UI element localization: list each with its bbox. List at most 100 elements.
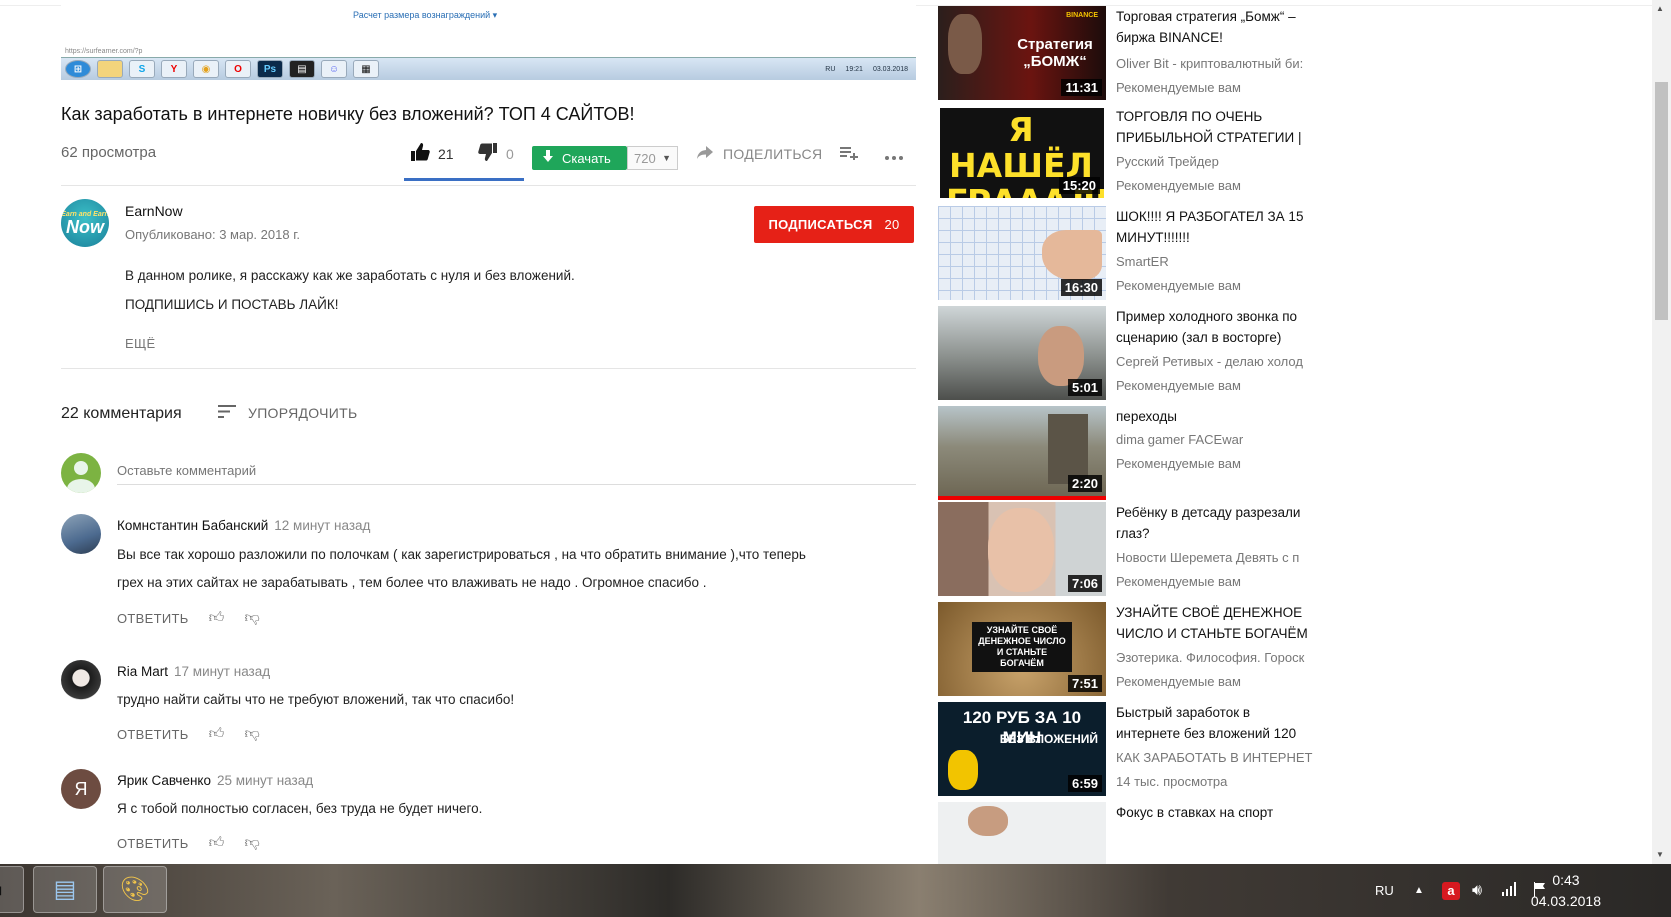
scrollbar-thumb[interactable] — [1655, 82, 1668, 320]
video-duration: 7:06 — [1067, 575, 1102, 592]
taskbar-app-button[interactable]: ▭ — [0, 866, 24, 913]
recommended-video[interactable]: 2:20 переходы dima gamer FACEwar Рекомен… — [938, 406, 1318, 502]
video-title[interactable]: ТОРГОВЛЯ ПО ОЧЕНЬ ПРИБЫЛЬНОЙ СТРАТЕГИИ | — [1116, 106, 1316, 148]
recommended-video[interactable]: 7:06 Ребёнку в детсаду разрезали глаз? Н… — [938, 502, 1318, 598]
comment-author[interactable]: Ria Mart — [117, 664, 168, 679]
video-title[interactable]: ШОК!!!! Я РАЗБОГАТЕЛ ЗА 15 МИНУТ!!!!!!! — [1116, 206, 1316, 248]
sort-button[interactable]: УПОРЯДОЧИТЬ — [218, 402, 357, 423]
commenter-avatar[interactable] — [61, 514, 101, 554]
page-scrollbar[interactable]: ▲ ▼ — [1652, 0, 1671, 864]
scroll-down-icon[interactable]: ▼ — [1656, 850, 1664, 859]
comment-time[interactable]: 12 минут назад — [274, 518, 370, 533]
subscribe-button[interactable]: ПОДПИСАТЬСЯ 20 — [754, 206, 914, 243]
video-channel[interactable]: Сергей Ретивых - делаю холод — [1116, 354, 1318, 369]
thumbs-up-icon[interactable]: 👍︎ — [209, 834, 225, 852]
comment-time[interactable]: 17 минут назад — [174, 664, 270, 679]
share-button[interactable]: ПОДЕЛИТЬСЯ — [697, 146, 822, 162]
comment-author[interactable]: Ярик Савченко — [117, 773, 211, 788]
video-thumbnail[interactable]: Я НАШЁЛ ГРАААЛЬ 15:20 — [938, 106, 1106, 200]
video-channel[interactable]: Oliver Bit - криптовалютный би: — [1116, 56, 1318, 71]
channel-name[interactable]: EarnNow — [125, 203, 183, 219]
antivirus-tray-icon[interactable]: a — [1442, 864, 1460, 917]
video-thumbnail[interactable]: 7:06 — [938, 502, 1106, 596]
video-channel[interactable]: SmartER — [1116, 254, 1318, 269]
subscriber-count: 20 — [884, 217, 900, 232]
mini-lang: RU — [825, 65, 836, 73]
video-title[interactable]: переходы — [1116, 406, 1316, 427]
show-more-button[interactable]: ЕЩЁ — [125, 336, 155, 351]
recommended-video[interactable]: 5:01 Пример холодного звонка по сценарию… — [938, 306, 1318, 402]
thumbs-down-icon[interactable]: 👎︎ — [245, 725, 261, 743]
discord-icon: ☺ — [321, 60, 347, 78]
video-thumbnail[interactable]: 120 РУБ ЗА 10 МИН БЕЗ ВЛОЖЕНИЙ 6:59 — [938, 702, 1106, 796]
thumbs-up-icon[interactable]: 👍︎ — [209, 725, 225, 743]
video-channel[interactable]: КАК ЗАРАБОТАТЬ В ИНТЕРНЕТ — [1116, 750, 1318, 765]
skype-icon: S — [129, 60, 155, 78]
show-hidden-icons[interactable]: ▲ — [1414, 864, 1424, 917]
language-indicator[interactable]: RU — [1375, 864, 1394, 917]
notepad-icon: ▤ — [53, 876, 77, 903]
channel-avatar[interactable]: Earn and Earn Now — [61, 199, 109, 247]
comment-count: 22 комментария — [61, 405, 182, 422]
thumbs-down-icon[interactable]: 👎︎ — [245, 834, 261, 852]
thumbs-down-icon[interactable]: 👎︎ — [245, 609, 261, 627]
video-title[interactable]: Фокус в ставках на спорт — [1116, 802, 1316, 823]
video-title[interactable]: Торговая стратегия „Бомж“ – биржа BINANC… — [1116, 6, 1316, 48]
video-meta: Рекомендуемые вам — [1116, 674, 1241, 689]
recommended-video[interactable]: УЗНАЙТЕ СВОЁ ДЕНЕЖНОЕ ЧИСЛО И СТАНЬТЕ БО… — [938, 602, 1318, 698]
video-thumbnail[interactable]: 2:20 — [938, 406, 1106, 500]
recommended-video[interactable]: BINANCE Стратегия „БОМЖ“ 11:31 Торговая … — [938, 6, 1318, 102]
like-button[interactable]: 21 — [410, 143, 454, 165]
download-button[interactable]: Скачать — [532, 146, 627, 170]
commenter-avatar[interactable] — [61, 660, 101, 700]
recommended-video[interactable]: 120 РУБ ЗА 10 МИН БЕЗ ВЛОЖЕНИЙ 6:59 Быст… — [938, 702, 1318, 798]
system-clock[interactable]: 0:43 04.03.2018 — [1531, 870, 1601, 912]
video-duration: 2:20 — [1067, 475, 1102, 492]
recommended-video[interactable]: Я НАШЁЛ ГРАААЛЬ 15:20 ТОРГОВЛЯ ПО ОЧЕНЬ … — [938, 106, 1318, 202]
taskbar-app-button[interactable]: 🎨︎ — [103, 866, 167, 913]
video-title[interactable]: Быстрый заработок в интернете без вложен… — [1116, 702, 1316, 744]
video-channel[interactable]: dima gamer FACEwar — [1116, 432, 1318, 447]
avatar-big-text: Now — [66, 216, 104, 237]
video-channel[interactable]: Эзотерика. Философия. Гороск — [1116, 650, 1318, 665]
more-actions-button[interactable] — [884, 144, 904, 167]
video-title: Как заработать в интернете новичку без в… — [61, 104, 635, 124]
recommended-video[interactable]: Фокус в ставках на спорт — [938, 802, 1318, 864]
share-label: ПОДЕЛИТЬСЯ — [723, 146, 823, 162]
video-duration: 6:59 — [1067, 775, 1102, 792]
video-channel[interactable]: Новости Шеремета Девять с п — [1116, 550, 1318, 565]
comment-time[interactable]: 25 минут назад — [217, 773, 313, 788]
scroll-up-icon[interactable]: ▲ — [1656, 4, 1664, 13]
notepad-icon: ▦ — [353, 60, 379, 78]
thumbs-up-icon[interactable]: 👍︎ — [209, 609, 225, 627]
reply-button[interactable]: ОТВЕТИТЬ — [117, 611, 189, 626]
video-thumbnail[interactable]: 16:30 — [938, 206, 1106, 300]
comment-text: Я с тобой полностью согласен, без труда … — [117, 801, 483, 816]
quality-select[interactable]: 720 ▼ — [627, 146, 678, 170]
video-channel[interactable]: Русский Трейдер — [1116, 154, 1318, 169]
video-player[interactable]: Расчет размера вознаграждений ▾ https://… — [61, 0, 916, 80]
comment-author[interactable]: Комнстантин Бабанский — [117, 518, 268, 533]
recommended-video[interactable]: 16:30 ШОК!!!! Я РАЗБОГАТЕЛ ЗА 15 МИНУТ!!… — [938, 206, 1318, 302]
volume-tray-icon[interactable]: 🔊︎ — [1472, 864, 1482, 917]
network-tray-icon[interactable] — [1502, 864, 1518, 917]
video-title[interactable]: УЗНАЙТЕ СВОЁ ДЕНЕЖНОЕ ЧИСЛО И СТАНЬТЕ БО… — [1116, 602, 1316, 644]
thumb-small-text: БЕЗ ВЛОЖЕНИЙ — [999, 732, 1098, 746]
video-thumbnail[interactable]: BINANCE Стратегия „БОМЖ“ 11:31 — [938, 6, 1106, 100]
like-ratio-bar — [404, 178, 524, 181]
dislike-button[interactable]: 0 — [478, 143, 514, 165]
commenter-avatar[interactable]: Я — [61, 769, 101, 809]
video-url-text: https://surfearner.com/?p — [65, 48, 143, 55]
video-title[interactable]: Пример холодного звонка по сценарию (зал… — [1116, 306, 1316, 348]
video-thumbnail[interactable]: УЗНАЙТЕ СВОЁ ДЕНЕЖНОЕ ЧИСЛО И СТАНЬТЕ БО… — [938, 602, 1106, 696]
video-title[interactable]: Ребёнку в детсаду разрезали глаз? — [1116, 502, 1316, 544]
video-duration: 7:51 — [1067, 675, 1102, 692]
reply-button[interactable]: ОТВЕТИТЬ — [117, 727, 189, 742]
add-to-playlist-button[interactable] — [840, 144, 858, 165]
quality-value: 720 — [634, 150, 656, 166]
video-thumbnail[interactable] — [938, 802, 1106, 864]
video-thumbnail[interactable]: 5:01 — [938, 306, 1106, 400]
taskbar-app-button[interactable]: ▤ — [33, 866, 97, 913]
reply-button[interactable]: ОТВЕТИТЬ — [117, 836, 189, 851]
comment-input[interactable] — [117, 457, 916, 485]
